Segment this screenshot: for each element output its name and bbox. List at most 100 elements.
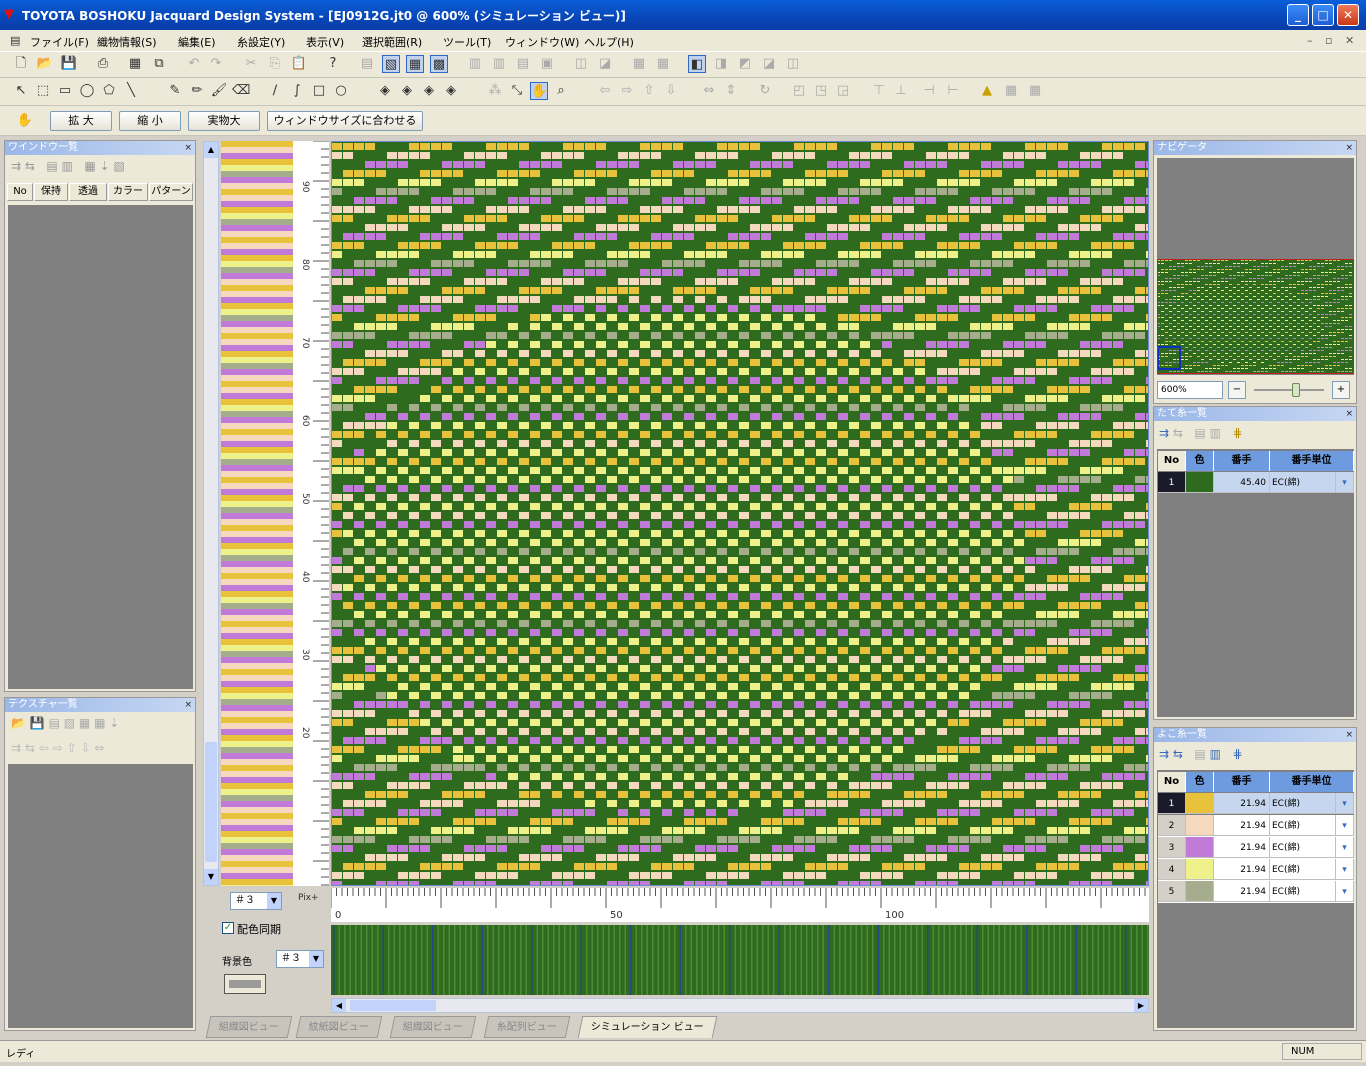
mdi-restore-button[interactable]: ▫: [1325, 34, 1332, 47]
layer-prop-icon[interactable]: ▦: [84, 159, 95, 173]
col-keep[interactable]: 保持: [34, 183, 68, 201]
copy-icon[interactable]: ⎘: [266, 55, 284, 73]
yarn-count[interactable]: 21.94: [1214, 881, 1270, 902]
line-select-icon[interactable]: ╲: [122, 82, 140, 100]
tex-b-icon[interactable]: ▧: [64, 716, 75, 730]
zoom-value-field[interactable]: 600%: [1157, 381, 1223, 399]
tex-i-icon[interactable]: ⇨: [53, 741, 63, 755]
minimize-button[interactable]: _: [1287, 4, 1309, 26]
tool-b-icon[interactable]: ◪: [596, 55, 614, 73]
magnifier-icon[interactable]: ⌕: [552, 82, 570, 100]
dropdown-arrow-icon[interactable]: ▾: [1336, 793, 1354, 814]
add-layer-icon[interactable]: ⇉: [11, 159, 21, 173]
op-d-icon[interactable]: ⇩: [662, 82, 680, 100]
yarn-unit[interactable]: EC(綿): [1270, 837, 1336, 858]
mdi-close-button[interactable]: ✕: [1345, 34, 1354, 47]
new-file-icon[interactable]: 🗋: [12, 55, 30, 73]
yarn-unit[interactable]: EC(綿): [1270, 793, 1336, 814]
warp-col-count[interactable]: 番手: [1214, 451, 1270, 471]
zoom-slider-track[interactable]: [1254, 389, 1324, 391]
layer-down-icon[interactable]: ▥: [62, 159, 73, 173]
zoom-decrease-button[interactable]: −: [1228, 381, 1246, 399]
eraser-icon[interactable]: ⌫: [232, 82, 250, 100]
menu-window[interactable]: ウィンドウ(W): [505, 34, 579, 50]
paste-icon[interactable]: 📋: [290, 55, 308, 73]
weft-col-unit[interactable]: 番手単位: [1270, 772, 1354, 792]
warp-copy-icon[interactable]: ▤: [1194, 426, 1205, 440]
warp-col-unit[interactable]: 番手単位: [1270, 451, 1354, 471]
col-no[interactable]: No: [7, 183, 33, 201]
save-icon[interactable]: 💾: [60, 55, 78, 73]
select-arrow-icon[interactable]: ↖: [12, 82, 30, 100]
weft-import-icon[interactable]: ▥: [1210, 747, 1221, 761]
warp-col-no[interactable]: No: [1158, 451, 1186, 471]
fit-window-button[interactable]: ウィンドウサイズに合わせる: [267, 111, 423, 131]
bg-color-select[interactable]: ＃３ ▼: [276, 950, 324, 968]
weft-yarn-icon[interactable]: ⋕: [1232, 747, 1242, 761]
help-pointer-icon[interactable]: ?: [324, 55, 342, 73]
zoom-in-button[interactable]: 拡 大: [50, 111, 112, 131]
delete-layer-icon[interactable]: ⇆: [25, 159, 35, 173]
tex-l-icon[interactable]: ⇔: [94, 741, 104, 755]
dropdown-arrow-icon[interactable]: ▾: [1336, 859, 1354, 880]
tex-open-icon[interactable]: 📂: [11, 716, 26, 730]
weft-col-no[interactable]: No: [1158, 772, 1186, 792]
layer-merge-icon[interactable]: ⇣: [100, 159, 110, 173]
yarn-unit[interactable]: EC(綿): [1270, 472, 1336, 493]
op-k-icon[interactable]: ⊢: [944, 82, 962, 100]
col-transparent[interactable]: 透過: [69, 183, 107, 201]
ellipse-select-icon[interactable]: ◯: [78, 82, 96, 100]
line-icon[interactable]: ∕: [266, 82, 284, 100]
tex-g-icon[interactable]: ⇆: [25, 741, 35, 755]
view-h-icon[interactable]: ▣: [538, 55, 556, 73]
yarn-color-swatch[interactable]: [1186, 837, 1214, 858]
tool-f-icon[interactable]: ◨: [712, 55, 730, 73]
rotate-icon[interactable]: ↻: [756, 82, 774, 100]
airbrush-icon[interactable]: ⁂: [486, 82, 504, 100]
weft-col-color[interactable]: 色: [1186, 772, 1214, 792]
tex-d-icon[interactable]: ▦: [94, 716, 105, 730]
view-e-icon[interactable]: ▥: [466, 55, 484, 73]
hscroll-thumb[interactable]: [350, 1000, 436, 1011]
redo-icon[interactable]: ↷: [207, 55, 225, 73]
weft-add-icon[interactable]: ⇉: [1159, 747, 1169, 761]
op-l-icon[interactable]: ▦: [1002, 82, 1020, 100]
view-d-icon[interactable]: ▩: [430, 55, 448, 73]
table-row[interactable]: 1 45.40 EC(綿) ▾: [1158, 472, 1354, 494]
dropdown-arrow-icon[interactable]: ▾: [1336, 881, 1354, 902]
op-b-icon[interactable]: ⇨: [618, 82, 636, 100]
op-j-icon[interactable]: ⊣: [920, 82, 938, 100]
menu-view[interactable]: 表示(V): [306, 34, 344, 50]
zoom-slider-thumb[interactable]: [1292, 383, 1300, 397]
print-icon[interactable]: ⎙: [94, 55, 112, 73]
view-b-icon[interactable]: ▧: [382, 55, 400, 73]
zoom-increase-button[interactable]: +: [1332, 381, 1350, 399]
tex-e-icon[interactable]: ⇣: [109, 716, 119, 730]
sync-checkbox[interactable]: ✓: [222, 922, 234, 934]
op-h-icon[interactable]: ⊤: [870, 82, 888, 100]
op-i-icon[interactable]: ⊥: [892, 82, 910, 100]
yarn-unit[interactable]: EC(綿): [1270, 881, 1336, 902]
view-g-icon[interactable]: ▤: [514, 55, 532, 73]
menu-tools[interactable]: ツール(T): [443, 34, 491, 50]
flip-h-icon[interactable]: ⇔: [700, 82, 718, 100]
warp-yarn-icon[interactable]: ⋕: [1232, 426, 1242, 440]
mdi-minimize-button[interactable]: –: [1307, 34, 1313, 47]
curve-icon[interactable]: ∫: [288, 82, 306, 100]
tool-h-icon[interactable]: ◪: [760, 55, 778, 73]
warning-icon[interactable]: ▲: [978, 82, 996, 100]
warp-add-icon[interactable]: ⇉: [1159, 426, 1169, 440]
panel-close-icon[interactable]: ×: [184, 141, 192, 155]
close-button[interactable]: ✕: [1337, 4, 1359, 26]
menu-fabric-info[interactable]: 織物情報(S): [97, 34, 157, 50]
document-icon[interactable]: ▤: [10, 34, 20, 47]
op-m-icon[interactable]: ▦: [1026, 82, 1044, 100]
scroll-left-icon[interactable]: ◀: [332, 999, 346, 1012]
pencil-icon[interactable]: ✏: [188, 82, 206, 100]
scroll-up-icon[interactable]: ▲: [204, 142, 218, 158]
op-g-icon[interactable]: ◲: [834, 82, 852, 100]
yarn-count[interactable]: 21.94: [1214, 837, 1270, 858]
tool-c-icon[interactable]: ▦: [630, 55, 648, 73]
op-a-icon[interactable]: ⇦: [596, 82, 614, 100]
hand-pan-icon[interactable]: ✋: [530, 82, 548, 100]
